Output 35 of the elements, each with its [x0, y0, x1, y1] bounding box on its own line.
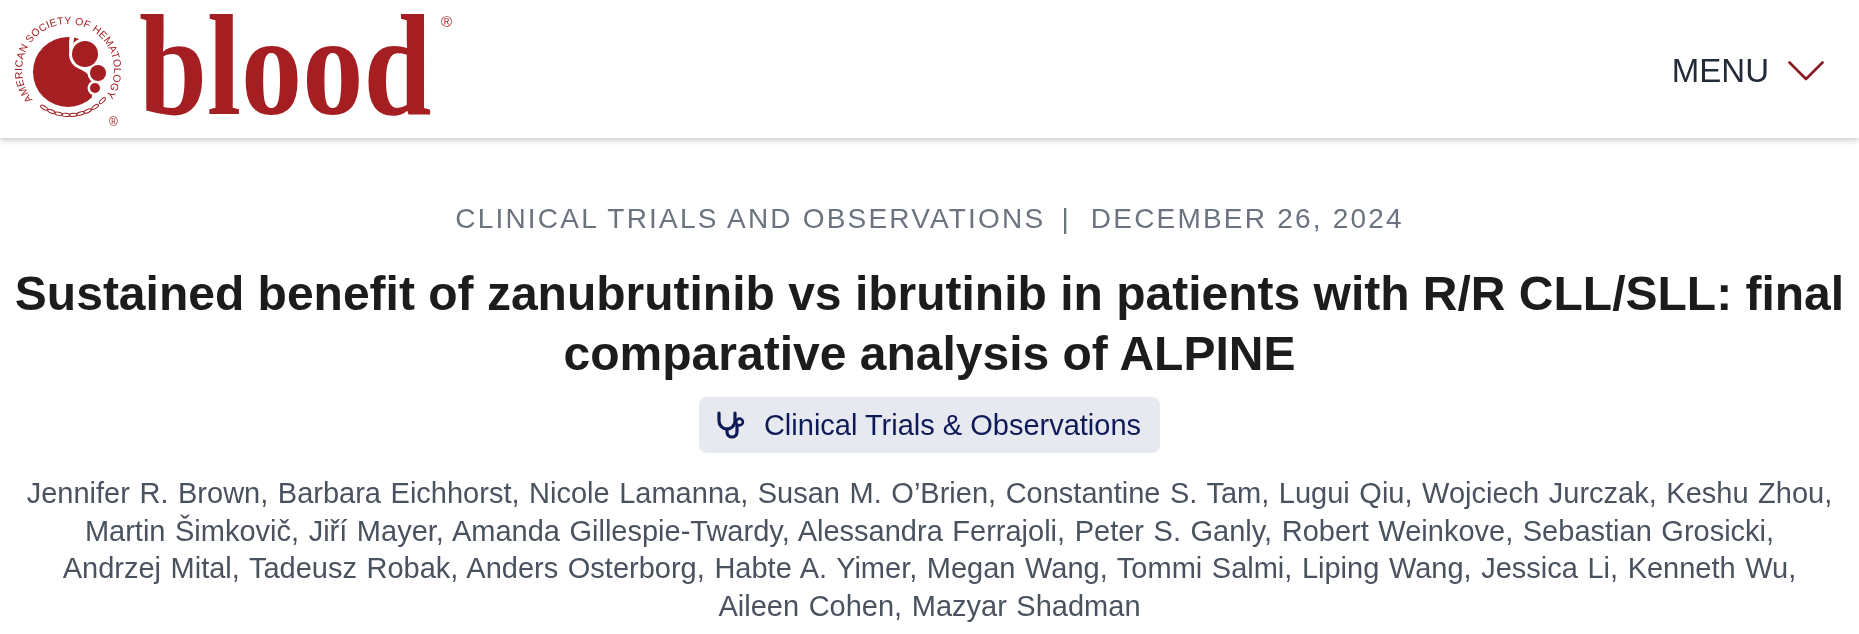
author-link[interactable]: Amanda Gillespie-Twardy,	[451, 514, 790, 547]
menu-button[interactable]: MENU	[1671, 55, 1824, 87]
stethoscope-icon	[715, 410, 747, 440]
author-link[interactable]: Robert Weinkove,	[1281, 514, 1514, 547]
author-link[interactable]: Anders Osterborg,	[466, 552, 705, 584]
author-link[interactable]: Barbara Eichhorst,	[277, 477, 520, 509]
article-date: DECEMBER 26, 2024	[1090, 203, 1404, 235]
article-category: CLINICAL TRIALS AND OBSERVATIONS	[455, 203, 1046, 235]
author-link[interactable]: Mazyar Shadman	[911, 589, 1141, 622]
author-link[interactable]: Jiří Mayer,	[308, 514, 444, 547]
author-link[interactable]: Tadeusz Robak,	[248, 552, 459, 584]
author-link[interactable]: Aileen Cohen,	[718, 589, 903, 622]
author-link[interactable]: Martin Šimkovič,	[84, 514, 300, 547]
author-link[interactable]: Megan Wang,	[926, 552, 1108, 584]
author-link[interactable]: Liping Wang,	[1301, 552, 1472, 584]
author-link[interactable]: Wojciech Jurczak,	[1422, 477, 1657, 509]
author-link[interactable]: Kenneth Wu,	[1627, 552, 1797, 584]
author-link[interactable]: Sebastian Grosicki,	[1522, 514, 1775, 547]
logo-wordmark: blood	[139, 0, 432, 132]
author-link[interactable]: Jennifer R. Brown,	[26, 477, 269, 509]
article-title: Sustained benefit of zanubrutinib vs ibrutinib in patients with R/R CLL/SLL: final comparative analysis of ALPINE	[13, 266, 1846, 382]
author-link[interactable]: Keshu Zhou,	[1666, 477, 1833, 509]
author-link[interactable]: Nicole Lamanna,	[529, 477, 749, 509]
author-link[interactable]: Lugui Qiu,	[1278, 477, 1413, 509]
author-link[interactable]: Peter S. Ganly,	[1074, 514, 1273, 547]
author-link[interactable]: Constantine S. Tam,	[1005, 477, 1270, 509]
author-link[interactable]: Tommi Salmi,	[1116, 552, 1293, 584]
author-link[interactable]: Alessandra Ferrajoli,	[797, 514, 1066, 547]
author-link[interactable]: Susan M. O’Brien,	[757, 477, 997, 509]
registered-mark: ®	[441, 14, 453, 29]
author-link[interactable]: Jessica Li,	[1481, 552, 1619, 584]
separator-text: |	[1061, 203, 1071, 235]
topic-tag[interactable]: Clinical Trials & Observations	[698, 397, 1161, 453]
author-link[interactable]: Habte A. Yimer,	[714, 552, 918, 584]
author-link[interactable]: Andrzej Mital,	[62, 552, 240, 584]
